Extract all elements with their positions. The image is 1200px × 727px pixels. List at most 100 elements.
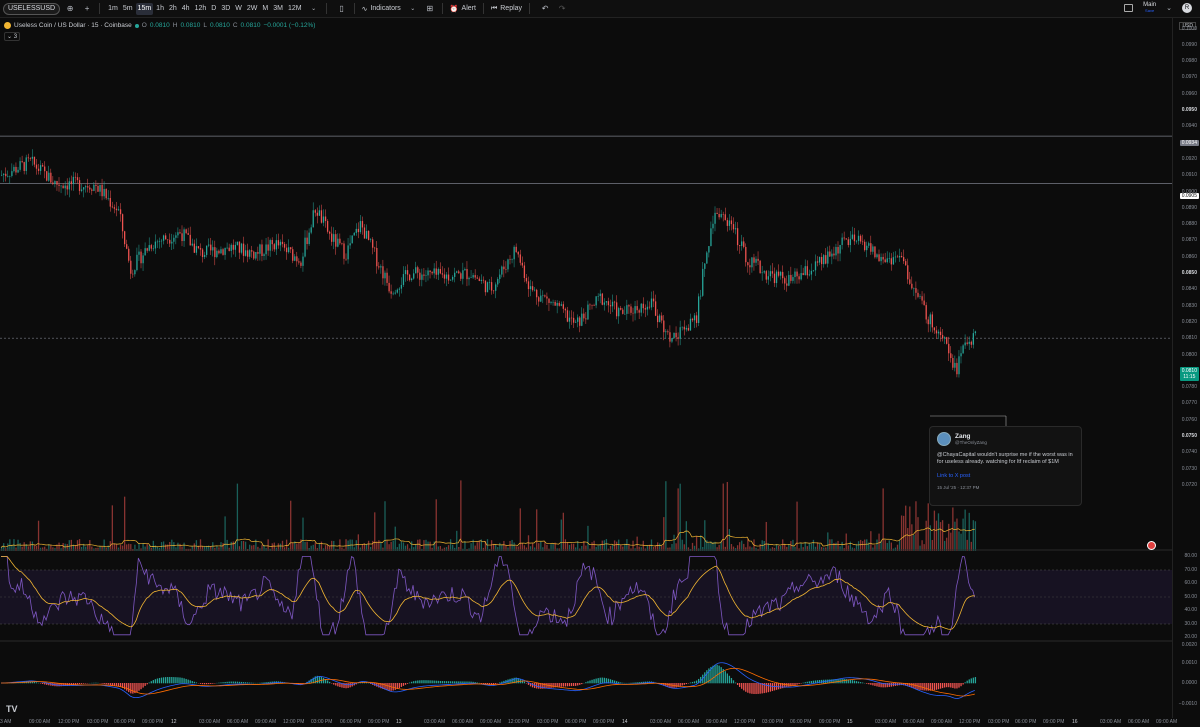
timeframe-12h[interactable]: 12h [193, 3, 209, 15]
timeframe-D[interactable]: D [209, 3, 218, 15]
macd-histogram-bar [769, 683, 772, 692]
timeframe-5m[interactable]: 5m [121, 3, 135, 15]
macd-histogram-bar [796, 683, 798, 685]
add-symbol-icon[interactable]: + [80, 2, 94, 16]
layout-button[interactable]: Main Save [1143, 2, 1156, 14]
templates-grid-icon[interactable]: ⊞ [423, 2, 437, 16]
candle [478, 278, 480, 281]
candle [946, 337, 948, 344]
candle [591, 304, 593, 306]
volume-bar [667, 547, 669, 551]
tweet-card[interactable]: Zang @TheOnlyZang @ChayaCapital wouldn't… [929, 426, 1082, 506]
candle [464, 268, 466, 271]
macd-histogram-bar [265, 682, 267, 684]
undo-icon[interactable]: ↶ [538, 2, 552, 16]
macd-histogram-bar [433, 680, 435, 684]
candle [179, 232, 181, 234]
chevron-down-icon[interactable]: ⌄ [307, 2, 321, 16]
macd-histogram-bar [695, 680, 698, 684]
candle [646, 306, 649, 310]
candle [882, 256, 884, 260]
candle [208, 244, 210, 246]
candle [154, 241, 157, 249]
candle [111, 206, 113, 208]
candle [177, 232, 179, 236]
candle [404, 270, 407, 275]
tweet-link[interactable]: Link to X post [937, 473, 1074, 479]
flag-icon[interactable] [1147, 541, 1156, 550]
price-label: 0.0920 [1181, 155, 1197, 162]
chevron-down-icon[interactable]: ⌄ [1166, 4, 1172, 12]
time-label: 06:00 AM [678, 719, 700, 725]
price-chart[interactable] [0, 18, 1172, 717]
volume-bar [765, 521, 767, 551]
macd-histogram-bar [802, 682, 804, 684]
timeframe-2W[interactable]: 2W [245, 3, 260, 15]
candle [544, 295, 546, 297]
macd-histogram-bar [531, 683, 534, 688]
candle [259, 244, 261, 254]
chevron-down-icon[interactable]: ⌄ [406, 2, 420, 16]
volume-bar [560, 519, 562, 551]
price-label: 0.0940 [1181, 123, 1197, 130]
candle [341, 243, 343, 244]
timeframe-4h[interactable]: 4h [180, 3, 192, 15]
macd-histogram-bar [669, 683, 671, 688]
candle [894, 256, 897, 258]
tradingview-logo[interactable]: TV [6, 704, 18, 714]
macd-histogram-bar [142, 683, 144, 688]
candle [941, 335, 944, 339]
avatar[interactable]: R [1182, 3, 1192, 13]
replay-button[interactable]: ⏮ Replay [489, 3, 524, 15]
time-axis[interactable]: 3 AM 09:00 AM 12:00 PM 03:00 PM 06:00 PM 09:0… [0, 717, 1177, 727]
candle [294, 256, 296, 261]
macd-histogram-bar [968, 679, 970, 684]
candle [708, 246, 710, 253]
volume-bar [888, 540, 890, 551]
timeframe-15m[interactable]: 15m [135, 2, 154, 15]
candle [630, 306, 632, 313]
macd-histogram-bar [126, 683, 128, 691]
macd-histogram-bar [244, 682, 247, 684]
price-label: 0.0780 [1181, 384, 1197, 391]
candle [599, 293, 601, 297]
compare-icon[interactable]: ⊕ [63, 2, 77, 16]
symbol-search-button[interactable]: USELESSUSD [3, 2, 61, 15]
macd-histogram-bar [181, 677, 183, 684]
candle [595, 296, 597, 306]
macd-histogram-bar [759, 683, 761, 694]
alert-button[interactable]: ⏰ Alert [448, 3, 478, 15]
candle [800, 273, 802, 280]
volume-bar [431, 547, 433, 551]
timeframe-3M[interactable]: 3M [271, 3, 285, 15]
candle [720, 214, 722, 218]
timeframe-W[interactable]: W [233, 3, 244, 15]
rsi-label: 30.00 [1184, 621, 1197, 627]
candle [173, 237, 175, 242]
volume-bar [626, 539, 628, 551]
indicators-button[interactable]: ∿ Indicators [360, 3, 403, 15]
candle [9, 175, 11, 177]
timeframe-3D[interactable]: 3D [219, 3, 232, 15]
timeframe-M[interactable]: M [260, 3, 270, 15]
macd-histogram-bar [230, 681, 232, 684]
candle-style-icon[interactable]: ▯ [335, 2, 349, 16]
candle [712, 223, 714, 229]
timeframe-2h[interactable]: 2h [167, 3, 179, 15]
timeframe-12M[interactable]: 12M [286, 3, 304, 15]
candle [339, 238, 341, 244]
time-label: 12 [171, 719, 177, 725]
macd-histogram-bar [74, 683, 77, 685]
timeframe-1m[interactable]: 1m [106, 3, 120, 15]
macd-histogram-bar [185, 678, 187, 684]
redo-icon[interactable]: ↷ [555, 2, 569, 16]
fullscreen-icon[interactable] [1124, 4, 1134, 12]
candle [950, 353, 952, 359]
candle [925, 305, 927, 320]
time-label: 03:00 PM [988, 719, 1010, 725]
price-label: 0.0730 [1181, 465, 1197, 472]
timeframe-1h[interactable]: 1h [154, 3, 166, 15]
candle [671, 338, 673, 342]
candle [454, 272, 456, 277]
macd-histogram-bar [564, 683, 567, 687]
